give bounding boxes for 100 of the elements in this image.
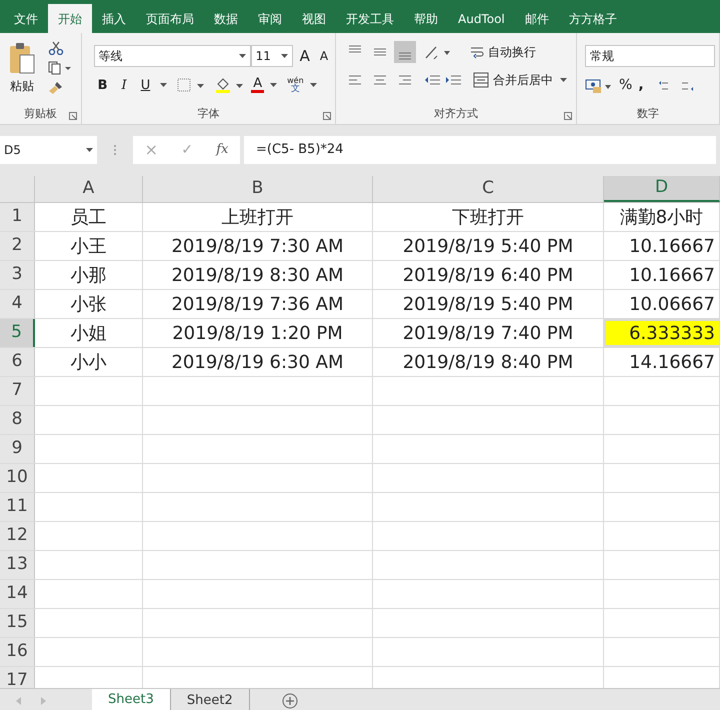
row-header[interactable]: 2: [0, 232, 35, 260]
scissors-icon[interactable]: [48, 41, 64, 55]
table-cell[interactable]: 10.16667: [604, 232, 720, 260]
ribbon-tab[interactable]: 页面布局: [136, 4, 204, 33]
add-sheet-icon[interactable]: [282, 692, 298, 708]
ribbon-tab[interactable]: 视图: [292, 4, 336, 33]
table-cell[interactable]: 小姐: [35, 319, 143, 347]
table-cell[interactable]: 10.06667: [604, 290, 720, 318]
row-header[interactable]: 12: [0, 522, 35, 550]
row-header[interactable]: 9: [0, 435, 35, 463]
table-cell[interactable]: 小张: [35, 290, 143, 318]
fill-bucket-icon[interactable]: [215, 77, 246, 94]
dialog-launcher-icon[interactable]: [323, 112, 332, 120]
table-cell[interactable]: 2019/8/19 7:30 AM: [143, 232, 373, 260]
table-cell[interactable]: 小王: [35, 232, 143, 260]
borders-icon[interactable]: [177, 78, 206, 92]
clipboard-icon[interactable]: [8, 41, 36, 75]
font-color-button[interactable]: A: [251, 77, 264, 94]
group-label: 剪贴板: [24, 106, 57, 122]
dropdown-arrow-icon[interactable]: [560, 78, 568, 82]
row-header[interactable]: 8: [0, 406, 35, 434]
column-header[interactable]: B: [143, 176, 373, 202]
table-cell[interactable]: 2019/8/19 1:20 PM: [143, 319, 373, 347]
ribbon-tab[interactable]: 帮助: [404, 4, 448, 33]
dropdown-arrow-icon[interactable]: [280, 54, 288, 58]
row-header[interactable]: 15: [0, 609, 35, 637]
table-cell[interactable]: 2019/8/19 7:36 AM: [143, 290, 373, 318]
wrap-text-icon[interactable]: [470, 45, 484, 59]
group-label: 对齐方式: [434, 106, 478, 122]
dialog-launcher-icon[interactable]: [564, 112, 572, 120]
row-header[interactable]: 5: [0, 319, 35, 347]
insert-function-button[interactable]: fx: [216, 140, 228, 160]
text-orientation-icon[interactable]: [423, 44, 452, 60]
underline-button[interactable]: U: [136, 76, 154, 95]
table-cell[interactable]: 2019/8/19 8:40 PM: [373, 348, 604, 376]
row-header[interactable]: 14: [0, 580, 35, 608]
table-cell[interactable]: 14.16667: [604, 348, 720, 376]
increase-font-size-button[interactable]: A: [296, 45, 313, 68]
sheet-tab[interactable]: Sheet3: [92, 689, 171, 710]
row-header[interactable]: 11: [0, 493, 35, 521]
table-cell[interactable]: 员工: [35, 203, 143, 231]
row-header[interactable]: 7: [0, 377, 35, 405]
row-header[interactable]: 3: [0, 261, 35, 289]
ribbon-tab[interactable]: 插入: [92, 4, 136, 33]
dropdown-arrow-icon[interactable]: [310, 83, 317, 88]
row-header[interactable]: 1: [0, 203, 35, 231]
table-cell[interactable]: 上班打开: [143, 203, 373, 231]
table-cell[interactable]: 2019/8/19 6:30 AM: [143, 348, 373, 376]
bold-button[interactable]: B: [94, 76, 112, 95]
comma-style-button[interactable]: ,: [638, 75, 644, 96]
drag-handle-icon[interactable]: [113, 144, 117, 156]
dialog-launcher-icon[interactable]: [68, 112, 77, 120]
ribbon-tab[interactable]: 审阅: [248, 4, 292, 33]
table-cell[interactable]: 2019/8/19 5:40 PM: [373, 232, 604, 260]
ribbon-tab[interactable]: 开始: [48, 4, 92, 33]
phonetic-guide-button[interactable]: wén 文: [287, 76, 304, 94]
row-header[interactable]: 6: [0, 348, 35, 376]
wrap-text-button[interactable]: 自动换行: [470, 43, 536, 61]
ribbon-tab[interactable]: 方方格子: [558, 4, 627, 33]
paintbrush-icon[interactable]: [48, 81, 64, 95]
merge-cells-icon[interactable]: [473, 72, 490, 88]
table-cell[interactable]: 10.16667: [604, 261, 720, 289]
paste-button[interactable]: 粘贴: [4, 37, 40, 104]
font-name-field[interactable]: 等线: [94, 45, 251, 68]
copy-icon[interactable]: [48, 61, 72, 75]
row-header[interactable]: 16: [0, 638, 35, 666]
formula-input[interactable]: =(C5- B5)*24: [244, 136, 716, 164]
table-cell[interactable]: 下班打开: [373, 203, 604, 231]
name-box[interactable]: D5: [0, 136, 97, 164]
merge-center-button[interactable]: 合并后居中: [473, 71, 554, 89]
dropdown-arrow-icon[interactable]: [86, 148, 93, 152]
italic-button[interactable]: I: [118, 76, 131, 95]
row-header[interactable]: 17: [0, 667, 35, 688]
accounting-format-icon[interactable]: [585, 78, 613, 94]
column-header[interactable]: A: [35, 176, 143, 202]
table-cell[interactable]: 满勤8小时: [604, 203, 720, 231]
row-header[interactable]: 13: [0, 551, 35, 579]
table-cell[interactable]: 6.333333: [604, 319, 720, 347]
percent-style-button[interactable]: %: [619, 75, 632, 96]
sheet-tab[interactable]: Sheet2: [170, 689, 250, 710]
table-cell[interactable]: 小那: [35, 261, 143, 289]
dropdown-arrow-icon[interactable]: [160, 83, 168, 88]
dropdown-arrow-icon[interactable]: [270, 83, 278, 88]
ribbon-tab[interactable]: AudTool: [448, 4, 515, 33]
group-label: 数字: [637, 106, 659, 122]
row-header[interactable]: 4: [0, 290, 35, 318]
row-header[interactable]: 10: [0, 464, 35, 492]
ribbon-tab[interactable]: 开发工具: [336, 4, 404, 33]
font-size-field[interactable]: 11: [250, 45, 293, 68]
decrease-font-size-button[interactable]: A: [316, 47, 332, 66]
column-header[interactable]: D: [604, 176, 720, 202]
ribbon-tab[interactable]: 数据: [204, 4, 248, 33]
table-cell[interactable]: 2019/8/19 5:40 PM: [373, 290, 604, 318]
table-cell[interactable]: 小小: [35, 348, 143, 376]
table-cell[interactable]: 2019/8/19 6:40 PM: [373, 261, 604, 289]
number-format-field[interactable]: 常规: [585, 45, 715, 67]
dropdown-arrow-icon[interactable]: [238, 54, 246, 58]
table-cell[interactable]: 2019/8/19 8:30 AM: [143, 261, 373, 289]
ribbon-tab[interactable]: 文件: [4, 4, 48, 33]
ribbon-tab[interactable]: 邮件: [514, 4, 559, 33]
